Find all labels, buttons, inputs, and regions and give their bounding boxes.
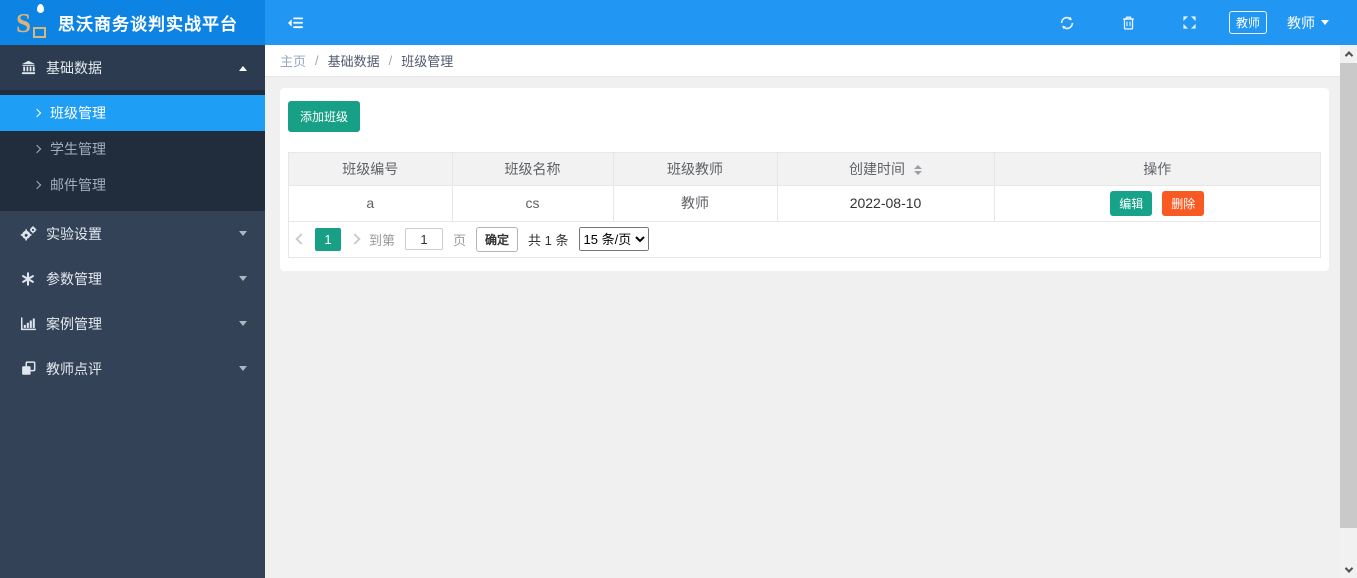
column-label: 创建时间 <box>849 160 906 177</box>
page-size-select[interactable]: 15 条/页 <box>578 227 649 251</box>
prev-page-icon[interactable] <box>295 233 307 245</box>
sidebar-submenu: 班级管理 学生管理 邮件管理 <box>0 90 265 211</box>
cogs-icon <box>18 226 38 241</box>
delete-button[interactable]: 删除 <box>1162 190 1205 216</box>
bank-icon <box>18 60 38 75</box>
pagination: 1 到第 页 确定 共 1 条 15 条/页 <box>289 221 1320 257</box>
sidebar-toggle-icon[interactable] <box>287 15 304 31</box>
scroll-up-icon[interactable] <box>1340 45 1357 62</box>
role-badge[interactable]: 教师 <box>1228 11 1267 34</box>
column-class-id: 班级编号 <box>289 153 453 186</box>
caret-down-icon <box>239 276 247 285</box>
sidebar-item-case-management[interactable]: 案例管理 <box>0 301 265 346</box>
sidebar-item-class-management[interactable]: 班级管理 <box>0 95 265 131</box>
app-header: S 思沃商务谈判实战平台 教师 教师 <box>0 0 1357 45</box>
column-created-at[interactable]: 创建时间 <box>777 153 995 186</box>
asterisk-icon <box>18 271 38 286</box>
next-page-icon[interactable] <box>349 233 361 245</box>
breadcrumb-separator: / <box>315 53 319 68</box>
cell-teacher: 教师 <box>613 185 778 222</box>
breadcrumb-basic-data[interactable]: 基础数据 <box>328 51 380 70</box>
sidebar-item-mail-management[interactable]: 邮件管理 <box>0 167 265 203</box>
class-table: 班级编号 班级名称 班级教师 创建时间 操作 a cs 教师 2022-08-1… <box>288 152 1321 258</box>
chevron-right-icon <box>32 108 42 118</box>
chevron-right-icon <box>32 180 42 190</box>
sidebar-item-label: 案例管理 <box>46 315 102 332</box>
logo-cube-shape <box>33 26 46 38</box>
sidebar-item-label: 教师点评 <box>46 360 102 377</box>
add-class-button[interactable]: 添加班级 <box>288 101 361 132</box>
user-menu-label: 教师 <box>1287 14 1315 31</box>
caret-down-icon <box>239 366 247 375</box>
refresh-icon[interactable] <box>1059 15 1075 31</box>
scrollbar <box>1340 45 1357 578</box>
content-card: 添加班级 班级编号 班级名称 班级教师 创建时间 操作 a cs 教师 2022… <box>280 88 1329 271</box>
sort-icon[interactable] <box>913 161 922 179</box>
sidebar-item-student-management[interactable]: 学生管理 <box>0 131 265 167</box>
sidebar-item-label: 参数管理 <box>46 270 102 287</box>
edit-button[interactable]: 编辑 <box>1110 190 1153 216</box>
logo-icon: S <box>14 3 50 40</box>
breadcrumb-home[interactable]: 主页 <box>280 51 306 70</box>
sidebar-item-label: 基础数据 <box>46 59 102 76</box>
confirm-page-button[interactable]: 确定 <box>476 226 519 252</box>
app-title: 思沃商务谈判实战平台 <box>58 15 238 34</box>
column-label: 班级编号 <box>342 160 399 177</box>
app-root: S 思沃商务谈判实战平台 教师 教师 基础数据 班级管理 学生管理 邮件管理 实… <box>0 0 1357 578</box>
trash-icon[interactable] <box>1121 15 1136 31</box>
breadcrumb-current: 班级管理 <box>401 54 454 69</box>
sidebar-item-teacher-review[interactable]: 教师点评 <box>0 346 265 391</box>
goto-prefix-label: 到第 <box>369 232 396 248</box>
fullscreen-expand-icon[interactable] <box>1182 15 1197 30</box>
table-header-row: 班级编号 班级名称 班级教师 创建时间 操作 <box>289 153 1320 186</box>
sidebar: 基础数据 班级管理 学生管理 邮件管理 实验设置 参数管理 案例管理 教师点评 <box>0 45 265 578</box>
total-count-label: 共 1 条 <box>528 232 569 248</box>
table-row: a cs 教师 2022-08-10 编辑 删除 <box>289 185 1320 222</box>
logo-flame-shape <box>37 3 44 13</box>
chevron-down-icon <box>1321 20 1329 29</box>
logo-letter: S <box>16 7 32 38</box>
page-number-input[interactable] <box>405 228 444 250</box>
cell-actions: 编辑 删除 <box>994 185 1320 222</box>
scroll-down-icon[interactable] <box>1340 561 1357 578</box>
sidebar-subitem-label: 学生管理 <box>50 141 106 157</box>
cell-created-at: 2022-08-10 <box>777 185 995 222</box>
column-class-name: 班级名称 <box>452 153 614 186</box>
sidebar-item-parameter-management[interactable]: 参数管理 <box>0 256 265 301</box>
bar-chart-icon <box>18 316 38 331</box>
goto-suffix-label: 页 <box>453 232 467 248</box>
caret-down-icon <box>239 231 247 240</box>
column-label: 操作 <box>1143 160 1172 177</box>
breadcrumb-separator: / <box>388 53 393 68</box>
column-teacher: 班级教师 <box>613 153 778 186</box>
cell-class-id: a <box>289 185 453 222</box>
caret-down-icon <box>239 321 247 330</box>
column-label: 班级名称 <box>504 160 561 177</box>
app-logo[interactable]: S 思沃商务谈判实战平台 <box>0 0 265 45</box>
clone-icon <box>18 361 38 376</box>
header-toolbar: 教师 教师 <box>1013 11 1357 34</box>
column-actions: 操作 <box>994 153 1320 186</box>
column-label: 班级教师 <box>667 160 723 177</box>
chevron-right-icon <box>32 144 42 154</box>
sidebar-item-label: 实验设置 <box>46 225 102 242</box>
sidebar-subitem-label: 邮件管理 <box>50 177 106 193</box>
sidebar-subitem-label: 班级管理 <box>50 105 106 121</box>
sidebar-item-experiment-settings[interactable]: 实验设置 <box>0 211 265 256</box>
current-page-button[interactable]: 1 <box>315 227 341 251</box>
sidebar-item-basic-data[interactable]: 基础数据 <box>0 45 265 90</box>
cell-class-name: cs <box>452 185 614 222</box>
caret-up-icon <box>239 62 247 71</box>
main-area: 主页 / 基础数据 / 班级管理 添加班级 班级编号 班级名称 班级教师 创建时… <box>265 45 1340 578</box>
scrollbar-thumb[interactable] <box>1340 63 1357 528</box>
breadcrumb: 主页 / 基础数据 / 班级管理 <box>265 45 1340 77</box>
user-menu[interactable]: 教师 <box>1287 13 1329 33</box>
